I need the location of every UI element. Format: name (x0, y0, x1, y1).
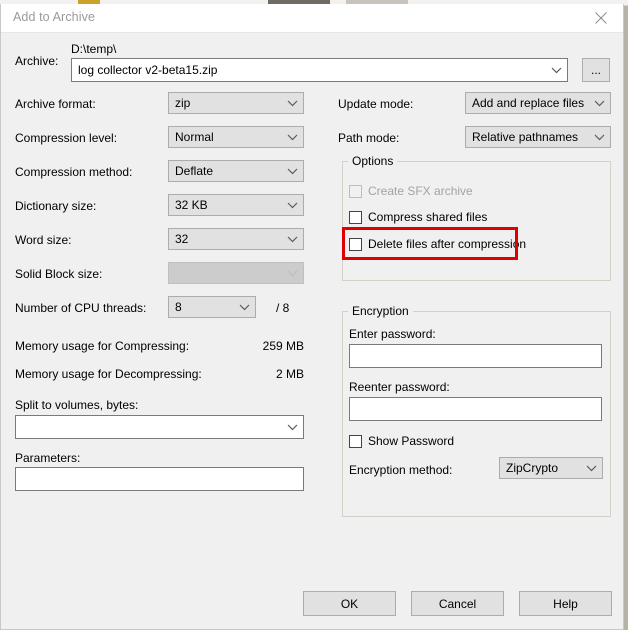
chevron-down-icon (580, 458, 602, 478)
compression-method-combo[interactable]: Deflate (168, 160, 304, 182)
path-mode-combo[interactable]: Relative pathnames (465, 126, 611, 148)
checkbox-box (349, 210, 362, 224)
reenter-password-input[interactable] (349, 397, 602, 421)
checkbox-box (349, 237, 362, 251)
cpu-threads-combo[interactable]: 8 (168, 296, 256, 318)
cancel-button[interactable]: Cancel (411, 591, 504, 616)
archive-name-value: log collector v2-beta15.zip (78, 63, 218, 77)
close-icon[interactable] (578, 4, 623, 32)
archive-format-combo[interactable]: zip (168, 92, 304, 114)
archive-format-label: Archive format: (15, 97, 96, 111)
chevron-down-icon (588, 93, 610, 113)
dictionary-size-label: Dictionary size: (15, 199, 97, 213)
dictionary-size-combo[interactable]: 32 KB (168, 194, 304, 216)
encryption-group-title: Encryption (348, 304, 413, 318)
cpu-threads-value: 8 (175, 300, 182, 314)
options-group-title: Options (348, 154, 398, 168)
word-size-value: 32 (175, 232, 189, 246)
chevron-down-icon (588, 127, 610, 147)
chevron-down-icon (281, 229, 303, 249)
screen: Add to Archive Archive: D:\temp\ log col… (0, 0, 628, 630)
cpu-threads-label: Number of CPU threads: (15, 301, 147, 315)
chevron-down-icon (281, 127, 303, 147)
compress-shared-files-label: Compress shared files (368, 210, 488, 224)
chevron-down-icon (545, 59, 567, 81)
parameters-input[interactable] (15, 467, 304, 491)
update-mode-value: Add and replace files (472, 96, 585, 110)
compression-method-label: Compression method: (15, 165, 133, 179)
compression-level-label: Compression level: (15, 131, 118, 145)
memory-decompressing-label: Memory usage for Decompressing: (15, 367, 202, 381)
solid-block-size-combo (168, 262, 304, 284)
archive-label: Archive: (15, 54, 59, 68)
chevron-down-icon (281, 195, 303, 215)
browse-button[interactable]: ... (582, 58, 610, 82)
solid-block-size-label: Solid Block size: (15, 267, 103, 281)
show-password-checkbox[interactable]: Show Password (349, 434, 454, 448)
archive-path-text: D:\temp\ (71, 42, 117, 56)
compression-level-value: Normal (175, 130, 214, 144)
update-mode-combo[interactable]: Add and replace files (465, 92, 611, 114)
create-sfx-archive-label: Create SFX archive (368, 184, 473, 198)
parameters-label: Parameters: (15, 451, 81, 465)
chevron-down-icon (281, 263, 303, 283)
delete-files-after-compression-label: Delete files after compression (368, 237, 527, 251)
chevron-down-icon (281, 93, 303, 113)
chevron-down-icon (281, 416, 303, 438)
checkbox-box (349, 434, 362, 448)
memory-compressing-value: 259 MB (262, 339, 304, 353)
encryption-method-label: Encryption method: (349, 463, 453, 477)
enter-password-label: Enter password: (349, 327, 436, 341)
delete-files-after-compression-checkbox[interactable]: Delete files after compression (349, 237, 526, 251)
help-button[interactable]: Help (519, 591, 612, 616)
path-mode-label: Path mode: (338, 131, 400, 145)
encryption-method-combo[interactable]: ZipCrypto (499, 457, 603, 479)
compress-shared-files-checkbox[interactable]: Compress shared files (349, 210, 487, 224)
split-volumes-combo[interactable] (15, 415, 304, 439)
encryption-method-value: ZipCrypto (506, 461, 559, 475)
cpu-threads-total: / 8 (276, 301, 290, 315)
update-mode-label: Update mode: (338, 97, 414, 111)
ok-button[interactable]: OK (303, 591, 396, 616)
split-volumes-label: Split to volumes, bytes: (15, 398, 139, 412)
checkbox-box (349, 184, 362, 198)
archive-format-value: zip (175, 96, 191, 110)
window-title: Add to Archive (13, 10, 96, 24)
title-bar: Add to Archive (1, 4, 623, 33)
reenter-password-label: Reenter password: (349, 380, 450, 394)
word-size-label: Word size: (15, 233, 72, 247)
create-sfx-archive-checkbox: Create SFX archive (349, 184, 473, 198)
enter-password-input[interactable] (349, 344, 602, 368)
dictionary-size-value: 32 KB (175, 198, 208, 212)
word-size-combo[interactable]: 32 (168, 228, 304, 250)
compression-method-value: Deflate (175, 164, 214, 178)
memory-decompressing-value: 2 MB (275, 367, 304, 381)
archive-name-combo[interactable]: log collector v2-beta15.zip (71, 58, 568, 82)
add-to-archive-dialog: Add to Archive Archive: D:\temp\ log col… (0, 4, 624, 630)
compression-level-combo[interactable]: Normal (168, 126, 304, 148)
chevron-down-icon (281, 161, 303, 181)
show-password-label: Show Password (368, 434, 455, 448)
memory-compressing-label: Memory usage for Compressing: (15, 339, 190, 353)
dialog-body: Archive: D:\temp\ log collector v2-beta1… (1, 33, 623, 629)
path-mode-value: Relative pathnames (472, 130, 579, 144)
chevron-down-icon (233, 297, 255, 317)
